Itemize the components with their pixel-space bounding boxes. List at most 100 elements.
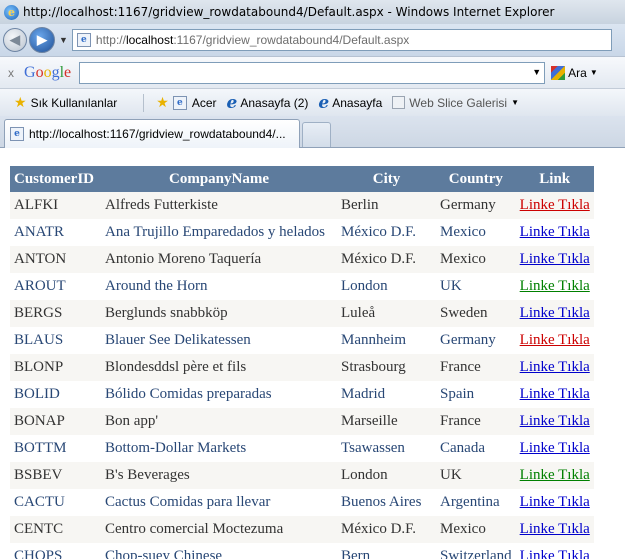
row-link[interactable]: Linke Tıkla bbox=[520, 467, 590, 483]
cell-link: Linke Tıkla bbox=[515, 543, 594, 559]
ie-icon: e bbox=[318, 92, 330, 113]
cell-customerid: BLONP bbox=[10, 354, 101, 381]
tab-current[interactable]: e http://localhost:1167/gridview_rowdata… bbox=[4, 119, 300, 148]
cell-companyname: Chop-suey Chinese bbox=[101, 543, 337, 559]
row-link[interactable]: Linke Tıkla bbox=[520, 332, 590, 348]
cell-city: London bbox=[337, 462, 436, 489]
row-link[interactable]: Linke Tıkla bbox=[520, 224, 590, 240]
cell-companyname: Bólido Comidas preparadas bbox=[101, 381, 337, 408]
table-row: ANATR Ana Trujillo Emparedados y helados M… bbox=[10, 219, 594, 246]
google-search-icon bbox=[551, 65, 566, 80]
fav-item-label: Anasayfa (2) bbox=[240, 95, 309, 110]
search-dropdown-icon[interactable]: ▼ bbox=[532, 67, 541, 77]
fav-item-label: Web Slice Galerisi bbox=[409, 95, 508, 110]
cell-city: Berlin bbox=[337, 192, 436, 219]
header-link[interactable]: Link bbox=[515, 166, 594, 192]
row-link[interactable]: Linke Tıkla bbox=[520, 521, 590, 537]
cell-customerid: BOLID bbox=[10, 381, 101, 408]
row-link[interactable]: Linke Tıkla bbox=[520, 440, 590, 456]
fav-item-anasayfa[interactable]: e Anasayfa bbox=[318, 92, 382, 113]
back-button[interactable]: ◀ bbox=[3, 28, 27, 52]
cell-companyname: Blauer See Delikatessen bbox=[101, 327, 337, 354]
table-row: CACTU Cactus Comidas para llevar Buenos Ai… bbox=[10, 489, 594, 516]
row-link[interactable]: Linke Tıkla bbox=[520, 413, 590, 429]
fav-item-web-slice[interactable]: Web Slice Galerisi ▼ bbox=[392, 96, 519, 110]
close-toolbar-icon[interactable]: x bbox=[8, 66, 14, 80]
ie-logo-icon: e bbox=[4, 4, 19, 20]
cell-country: Mexico bbox=[436, 246, 516, 273]
table-row: AROUT Around the Horn London UK Linke Tıkla bbox=[10, 273, 594, 300]
row-link[interactable]: Linke Tıkla bbox=[520, 305, 590, 321]
cell-country: Switzerland bbox=[436, 543, 516, 559]
cell-link: Linke Tıkla bbox=[515, 354, 594, 381]
cell-companyname: Berglunds snabbköp bbox=[101, 300, 337, 327]
table-row: BOTTM Bottom-Dollar Markets Tsawassen Canad… bbox=[10, 435, 594, 462]
page-icon: e bbox=[76, 33, 91, 47]
cell-country: Spain bbox=[436, 381, 516, 408]
cell-link: Linke Tıkla bbox=[515, 273, 594, 300]
row-link[interactable]: Linke Tıkla bbox=[520, 359, 590, 375]
customer-gridview: CustomerID CompanyName City Country Link… bbox=[10, 166, 594, 559]
cell-link: Linke Tıkla bbox=[515, 327, 594, 354]
row-link[interactable]: Linke Tıkla bbox=[520, 251, 590, 267]
cell-city: Buenos Aires bbox=[337, 489, 436, 516]
header-city[interactable]: City bbox=[337, 166, 436, 192]
row-link[interactable]: Linke Tıkla bbox=[520, 386, 590, 402]
google-search-button[interactable]: Ara ▼ bbox=[551, 65, 598, 80]
cell-link: Linke Tıkla bbox=[515, 381, 594, 408]
row-link[interactable]: Linke Tıkla bbox=[520, 278, 590, 294]
cell-customerid: CHOPS bbox=[10, 543, 101, 559]
cell-link: Linke Tıkla bbox=[515, 516, 594, 543]
tab-strip: e http://localhost:1167/gridview_rowdata… bbox=[0, 116, 625, 148]
forward-button[interactable]: ▶ bbox=[29, 27, 55, 53]
cell-country: Mexico bbox=[436, 516, 516, 543]
header-country[interactable]: Country bbox=[436, 166, 516, 192]
cell-city: Tsawassen bbox=[337, 435, 436, 462]
window-title: http://localhost:1167/gridview_rowdatabo… bbox=[23, 5, 555, 19]
cell-country: Argentina bbox=[436, 489, 516, 516]
cell-companyname: Bon app' bbox=[101, 408, 337, 435]
row-link[interactable]: Linke Tıkla bbox=[520, 494, 590, 510]
cell-companyname: Bottom-Dollar Markets bbox=[101, 435, 337, 462]
tab-label: http://localhost:1167/gridview_rowdatabo… bbox=[29, 127, 286, 141]
cell-companyname: Antonio Moreno Taquería bbox=[101, 246, 337, 273]
window-titlebar: e http://localhost:1167/gridview_rowdata… bbox=[0, 0, 625, 24]
table-row: BLAUS Blauer See Delikatessen Mannheim Germ… bbox=[10, 327, 594, 354]
row-link[interactable]: Linke Tıkla bbox=[520, 548, 590, 559]
page-icon: e bbox=[10, 127, 24, 141]
cell-customerid: BERGS bbox=[10, 300, 101, 327]
google-search-label: Ara bbox=[568, 65, 587, 80]
address-input[interactable]: e http://localhost:1167/gridview_rowdata… bbox=[71, 29, 612, 51]
table-row: ANTON Antonio Moreno Taquería México D.F. M… bbox=[10, 246, 594, 273]
address-path: :1167/gridview_rowdatabound4/Default.asp… bbox=[173, 33, 410, 47]
favorites-button[interactable]: ★ Sık Kullanılanlar bbox=[14, 94, 117, 111]
table-row: BONAP Bon app' Marseille France Linke Tıkla bbox=[10, 408, 594, 435]
cell-city: Strasbourg bbox=[337, 354, 436, 381]
cell-country: UK bbox=[436, 462, 516, 489]
cell-city: México D.F. bbox=[337, 516, 436, 543]
cell-customerid: ALFKI bbox=[10, 192, 101, 219]
cell-city: Bern bbox=[337, 543, 436, 559]
table-row: BOLID Bólido Comidas preparadas Madrid Spai… bbox=[10, 381, 594, 408]
new-tab-button[interactable] bbox=[302, 122, 331, 147]
table-row: BLONP Blondesddsl père et fils Strasbourg F… bbox=[10, 354, 594, 381]
row-link[interactable]: Linke Tıkla bbox=[520, 197, 590, 213]
google-search-input[interactable]: ▼ bbox=[79, 61, 546, 84]
header-companyname[interactable]: CompanyName bbox=[101, 166, 337, 192]
cell-companyname: Centro comercial Moctezuma bbox=[101, 516, 337, 543]
fav-item-anasayfa-2[interactable]: e Anasayfa (2) bbox=[227, 94, 309, 111]
cell-companyname: Around the Horn bbox=[101, 273, 337, 300]
cell-customerid: BONAP bbox=[10, 408, 101, 435]
google-logo: Google bbox=[24, 63, 72, 81]
cell-link: Linke Tıkla bbox=[515, 192, 594, 219]
cell-link: Linke Tıkla bbox=[515, 246, 594, 273]
add-favorite-button[interactable]: ★ e Acer bbox=[156, 94, 216, 111]
cell-country: France bbox=[436, 408, 516, 435]
header-customerid[interactable]: CustomerID bbox=[10, 166, 101, 192]
address-bar-row: ◀ ▶ ▼ e http://localhost:1167/gridview_r… bbox=[0, 24, 625, 56]
cell-country: Mexico bbox=[436, 219, 516, 246]
favorites-label: Sık Kullanılanlar bbox=[30, 95, 118, 110]
cell-country: UK bbox=[436, 273, 516, 300]
history-dropdown-icon[interactable]: ▼ bbox=[59, 35, 68, 45]
grid-body: ALFKI Alfreds Futterkiste Berlin Germany Lin… bbox=[10, 192, 594, 559]
